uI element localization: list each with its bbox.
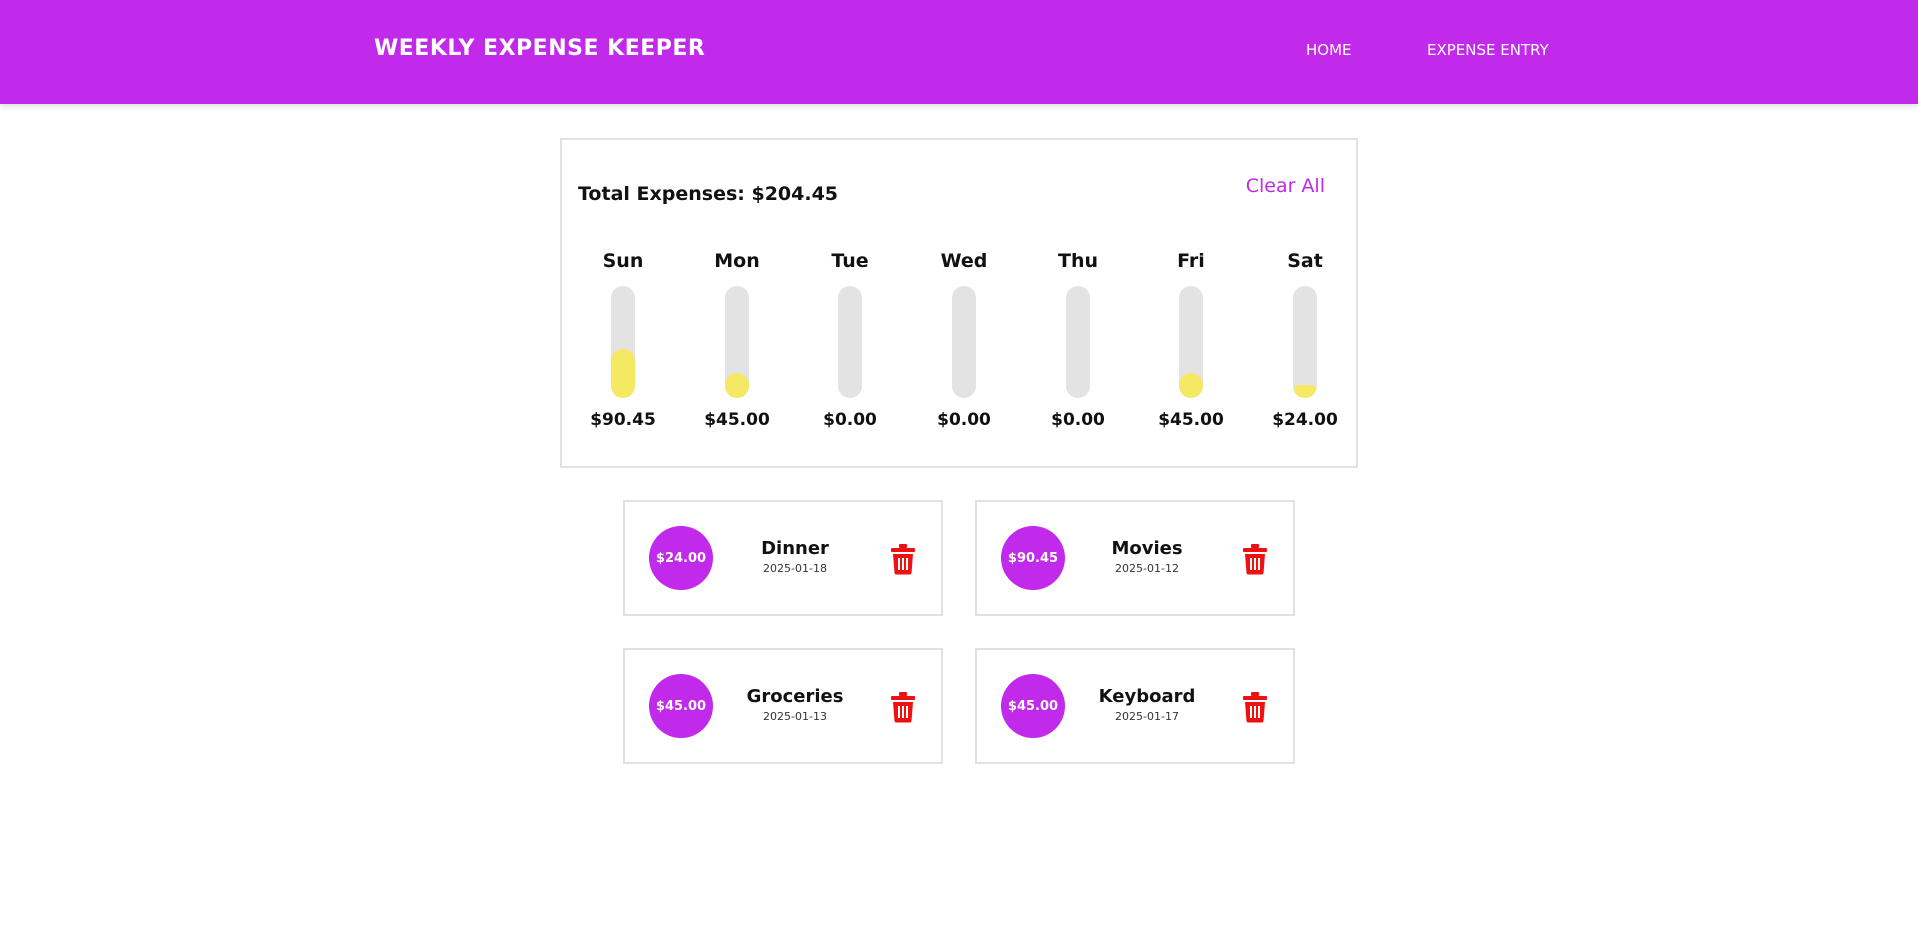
day-name: Thu [1057,250,1098,272]
top-navbar: Weekly Expense Keeper HOME EXPENSE ENTRY [0,0,1918,104]
expense-card-dinner: $24.00 Dinner 2025-01-18 [623,500,943,616]
day-column-fri: Fri $45.00 [1146,250,1236,430]
expense-amount-badge: $45.00 [649,674,713,738]
expense-card-groceries: $45.00 Groceries 2025-01-13 [623,648,943,764]
day-bar-track [1293,286,1317,398]
trash-icon[interactable] [889,691,917,723]
day-bar-fill [1293,384,1317,398]
day-column-wed: Wed $0.00 [919,250,1009,430]
day-amount: $45.00 [1158,410,1224,430]
trash-icon[interactable] [1241,691,1269,723]
expense-title: Groceries [746,686,844,707]
day-name: Fri [1177,250,1205,272]
day-name: Sat [1287,250,1323,272]
expense-title: Dinner [761,538,829,559]
expense-info: Movies 2025-01-12 [1077,538,1217,575]
expense-date: 2025-01-13 [763,710,827,723]
expense-date: 2025-01-18 [763,562,827,575]
total-expenses-label: Total Expenses: $204.45 [578,183,839,205]
trash-icon[interactable] [889,543,917,575]
day-amount: $24.00 [1272,410,1338,430]
day-bar-fill [1179,373,1203,398]
expense-info: Groceries 2025-01-13 [725,686,865,723]
day-amount: $90.45 [590,410,656,430]
clear-all-button[interactable]: Clear All [1246,175,1325,197]
day-column-sat: Sat $24.00 [1260,250,1350,430]
day-bar-track [838,286,862,398]
day-bar-track [611,286,635,398]
expense-info: Dinner 2025-01-18 [725,538,865,575]
expense-info: Keyboard 2025-01-17 [1077,686,1217,723]
expense-title: Movies [1111,538,1183,559]
day-bar-track [725,286,749,398]
day-bar-track [1066,286,1090,398]
day-amount: $0.00 [937,410,991,430]
day-name: Mon [714,250,760,272]
day-amount: $0.00 [1051,410,1105,430]
day-amount: $45.00 [704,410,770,430]
expense-date: 2025-01-17 [1115,710,1179,723]
day-bar-track [952,286,976,398]
expense-date: 2025-01-12 [1115,562,1179,575]
trash-icon[interactable] [1241,543,1269,575]
expense-card-keyboard: $45.00 Keyboard 2025-01-17 [975,648,1295,764]
nav-home-link[interactable]: HOME [1306,41,1352,59]
nav-expense-entry-link[interactable]: EXPENSE ENTRY [1427,41,1549,59]
day-column-sun: Sun $90.45 [578,250,668,430]
day-amount: $0.00 [823,410,877,430]
app-brand[interactable]: Weekly Expense Keeper [374,36,705,61]
day-name: Sun [602,250,644,272]
expense-title: Keyboard [1098,686,1196,707]
day-column-tue: Tue $0.00 [805,250,895,430]
day-column-thu: Thu $0.00 [1033,250,1123,430]
expense-amount-badge: $90.45 [1001,526,1065,590]
day-bar-fill [725,373,749,398]
weekly-summary-card: Total Expenses: $204.45 Clear All Sun $9… [560,138,1358,468]
day-column-mon: Mon $45.00 [692,250,782,430]
day-bar-fill [611,348,635,398]
day-name: Tue [831,250,869,272]
expense-amount-badge: $24.00 [649,526,713,590]
day-bar-track [1179,286,1203,398]
day-name: Wed [940,250,988,272]
expense-amount-badge: $45.00 [1001,674,1065,738]
expense-card-movies: $90.45 Movies 2025-01-12 [975,500,1295,616]
